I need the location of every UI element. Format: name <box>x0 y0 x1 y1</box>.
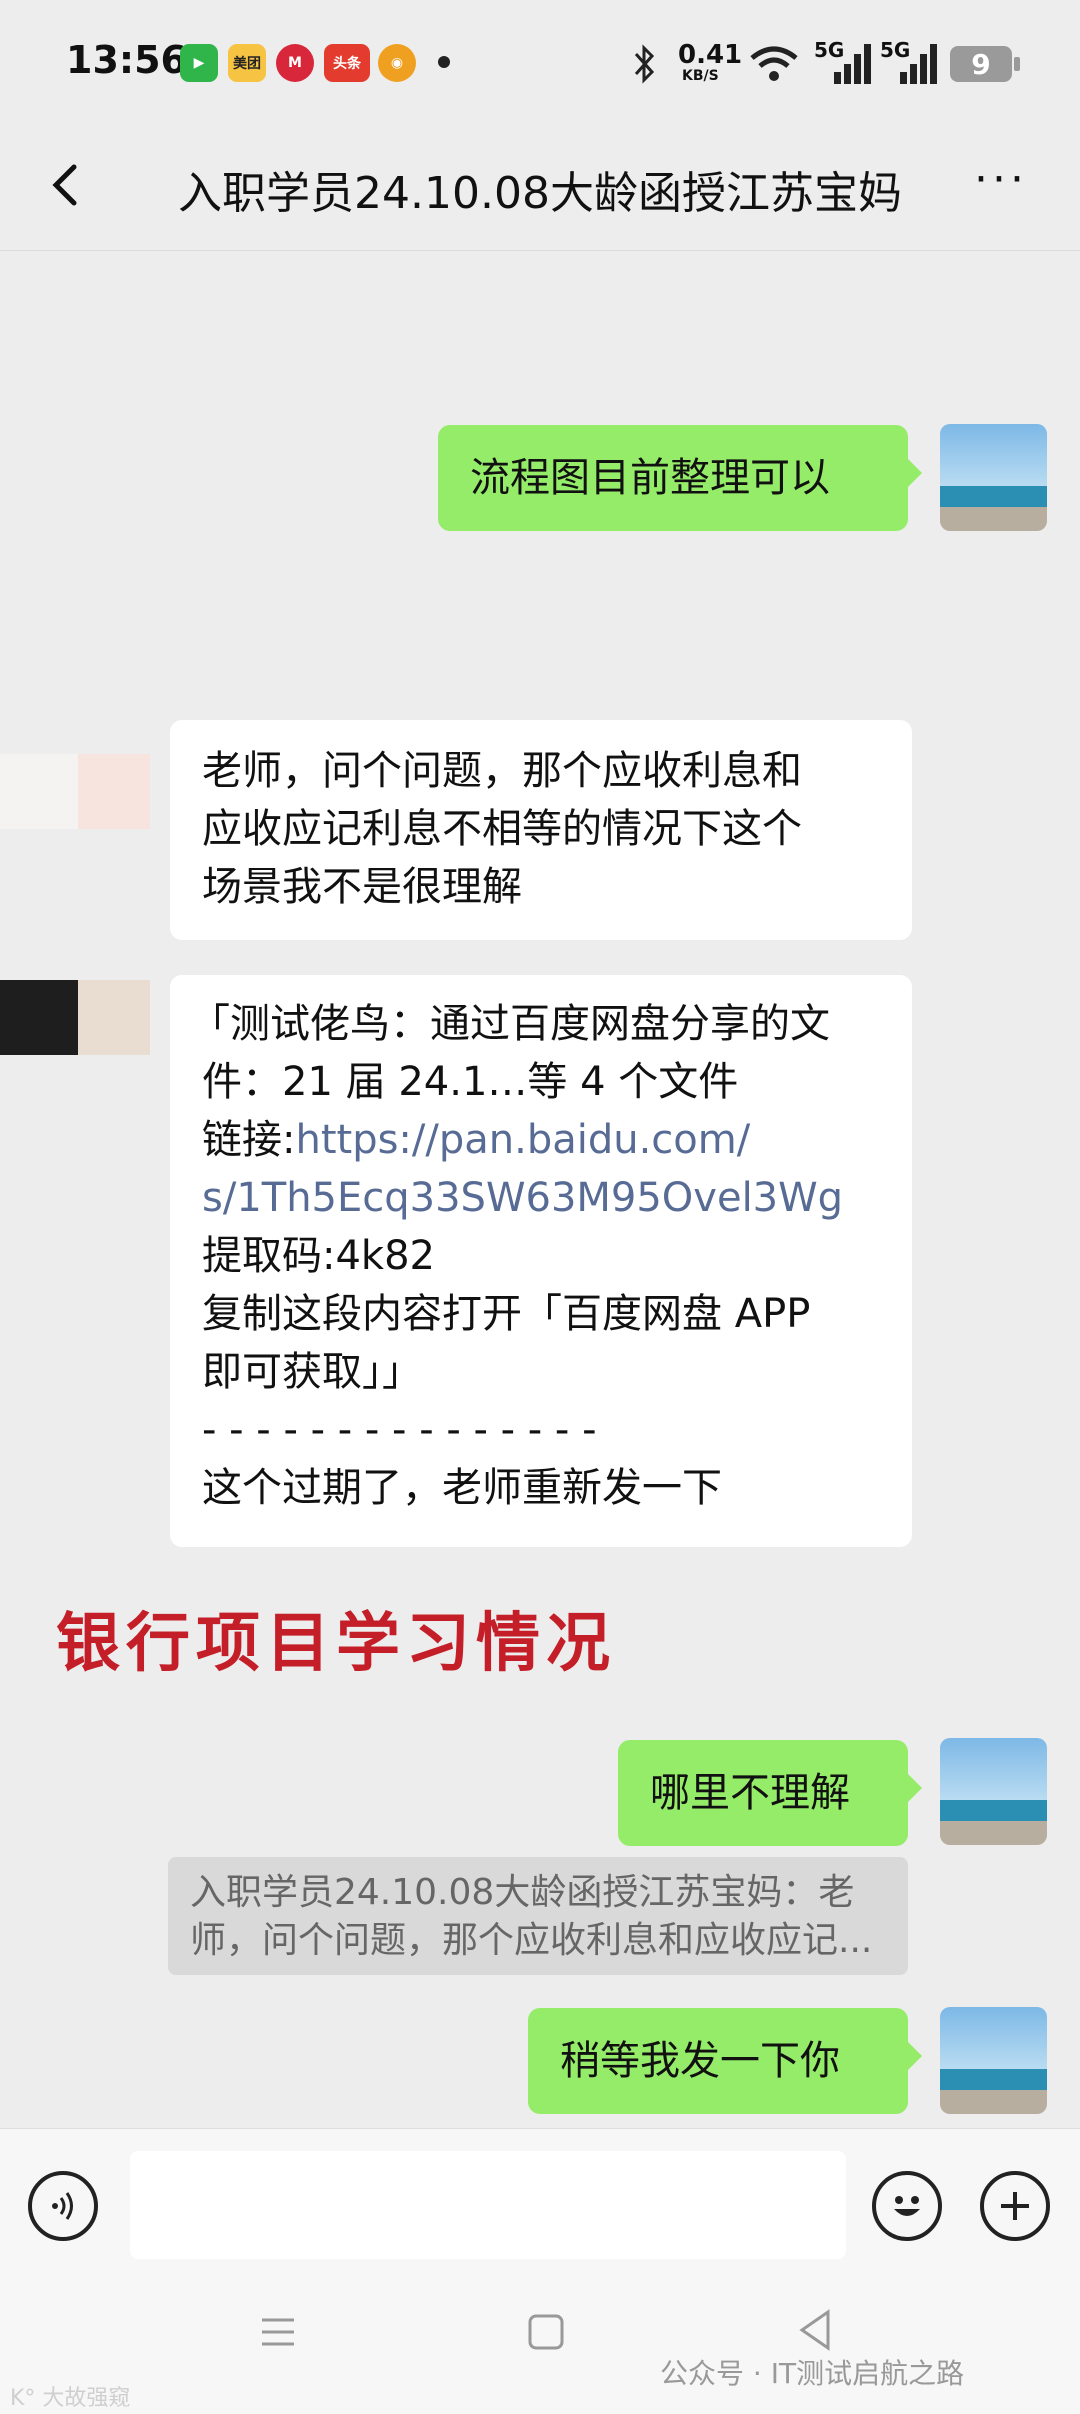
blurred-avatar-fragment <box>78 754 150 829</box>
meituan-icon: 美团 <box>228 44 266 82</box>
message-line: 即可获取」」 <box>202 1349 422 1395</box>
my-avatar[interactable] <box>940 1738 1047 1845</box>
watermark-left: K° 大故强窥 <box>10 2386 131 2411</box>
message-input[interactable] <box>130 2151 846 2259</box>
blurred-avatar-fragment <box>78 980 150 1055</box>
message-bubble-outgoing[interactable]: 流程图目前整理可以 <box>438 425 922 531</box>
battery-indicator: 9 <box>950 46 1020 82</box>
blurred-avatar-fragment <box>0 980 78 1055</box>
message-bubble-outgoing[interactable]: 哪里不理解 <box>618 1740 922 1846</box>
message-line: 场景我不是很理解 <box>202 864 522 910</box>
menu-nav-icon[interactable] <box>258 2312 298 2352</box>
message-bubble-incoming[interactable]: 老师，问个问题，那个应收利息和 应收应记利息不相等的情况下这个 场景我不是很理解 <box>170 720 912 940</box>
signal-icon-1 <box>834 44 871 84</box>
add-plus-icon[interactable] <box>980 2171 1050 2241</box>
message-line: 「测试佬鸟：通过百度网盘分享的文 <box>190 1001 830 1047</box>
share-link-continued[interactable]: s/1Th5Ecq33SW63M95Ovel3Wg <box>202 1169 880 1227</box>
message-line: 老师，问个问题，那个应收利息和 <box>202 748 802 794</box>
chat-header: 入职学员24.10.08大龄函授江苏宝妈 ··· <box>0 125 1080 251</box>
message-line: 复制这段内容打开「百度网盘 APP <box>202 1291 811 1337</box>
m-app-icon: M <box>276 44 314 82</box>
my-avatar[interactable] <box>940 2007 1047 2114</box>
status-time: 13:56 <box>66 38 187 82</box>
message-bubble-outgoing[interactable]: 稍等我发一下你 <box>528 2008 922 2114</box>
message-text: 流程图目前整理可以 <box>470 455 830 501</box>
watermark: 公众号 · IT测试启航之路 <box>660 2357 965 2390</box>
home-nav-icon[interactable] <box>526 2312 566 2352</box>
signal-icon-2 <box>900 44 937 84</box>
message-divider: - - - - - - - - - - - - - - - <box>202 1407 597 1453</box>
quoted-message[interactable]: 入职学员24.10.08大龄函授江苏宝妈：老 师，问个问题，那个应收利息和应收应… <box>168 1857 908 1975</box>
chat-input-bar <box>0 2128 1080 2281</box>
status-bar: 13:56 ▶ 美团 M 头条 ◉ 0.41 KB/S 5G 5G 9 <box>0 0 1080 125</box>
message-text: 哪里不理解 <box>650 1770 850 1816</box>
blurred-avatar-fragment <box>0 754 78 829</box>
wifi-icon <box>750 46 798 81</box>
quote-line: 入职学员24.10.08大龄函授江苏宝妈：老 <box>190 1872 855 1913</box>
back-arrow-icon[interactable] <box>36 155 96 215</box>
message-text: 稍等我发一下你 <box>560 2038 840 2084</box>
back-nav-icon[interactable] <box>796 2308 836 2352</box>
network-speed: 0.41 <box>678 40 743 70</box>
share-link[interactable]: https://pan.baidu.com/ <box>295 1117 750 1163</box>
toutiao-icon: 头条 <box>324 44 370 82</box>
more-options-icon[interactable]: ··· <box>974 158 1034 205</box>
more-notifications-dot <box>438 56 450 68</box>
my-avatar[interactable] <box>940 424 1047 531</box>
message-line: 件：21 届 24.1…等 4 个文件 <box>202 1059 739 1105</box>
quote-line: 师，问个问题，那个应收利息和应收应记... <box>190 1920 873 1961</box>
message-bubble-incoming-share[interactable]: 「测试佬鸟：通过百度网盘分享的文 件：21 届 24.1…等 4 个文件 链接:… <box>170 975 912 1547</box>
network-speed-unit: KB/S <box>682 68 719 84</box>
message-line: 链接:https://pan.baidu.com/ <box>202 1111 880 1169</box>
video-app-icon: ▶ <box>180 44 218 82</box>
bluetooth-icon <box>634 44 655 84</box>
overlay-caption: 银行项目学习情况 <box>56 1606 616 1681</box>
message-line: 应收应记利息不相等的情况下这个 <box>202 806 802 852</box>
weibo-icon: ◉ <box>378 44 416 82</box>
link-label: 链接: <box>202 1117 296 1163</box>
message-line: 这个过期了，老师重新发一下 <box>202 1465 722 1511</box>
extract-code: 提取码:4k82 <box>202 1233 435 1279</box>
chat-title: 入职学员24.10.08大龄函授江苏宝妈 <box>178 168 902 219</box>
emoji-icon[interactable] <box>872 2171 942 2241</box>
system-navigation-bar <box>0 2280 1080 2414</box>
voice-input-icon[interactable] <box>28 2171 98 2241</box>
